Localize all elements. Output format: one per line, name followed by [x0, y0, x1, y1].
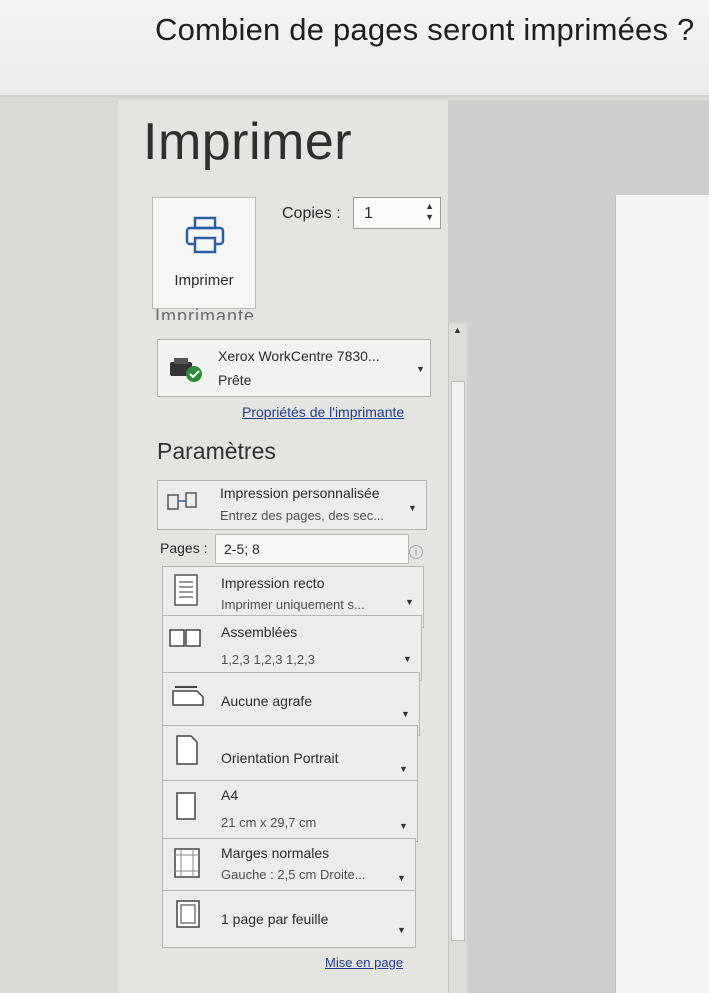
- sides-title: Impression recto: [221, 575, 325, 591]
- print-range-title: Impression personnalisée: [220, 485, 380, 501]
- pages-label: Pages :: [160, 540, 208, 556]
- print-button[interactable]: Imprimer: [152, 197, 256, 309]
- spin-arrows-icon[interactable]: ▲ ▼: [425, 201, 434, 223]
- print-range-select[interactable]: Impression personnalisée Entrez des page…: [157, 480, 427, 530]
- chevron-down-icon[interactable]: ▼: [399, 821, 408, 831]
- page-per-sheet-icon: [175, 899, 201, 934]
- single-sided-icon: [173, 573, 199, 612]
- printer-name: Xerox WorkCentre 7830...: [218, 348, 380, 364]
- settings-section-title: Paramètres: [157, 438, 276, 464]
- paper-size-select[interactable]: A4 21 cm x 29,7 cm ▼: [162, 780, 418, 842]
- staple-icon: [169, 683, 209, 714]
- collated-icon: [169, 628, 203, 653]
- chevron-down-icon[interactable]: ▼: [397, 925, 406, 935]
- question-text: Combien de pages seront imprimées ?: [155, 12, 695, 47]
- info-icon: i: [409, 545, 423, 559]
- scroll-thumb[interactable]: [451, 381, 465, 941]
- margins-select[interactable]: Marges normales Gauche : 2,5 cm Droite..…: [162, 838, 416, 898]
- chevron-down-icon[interactable]: ▼: [405, 597, 414, 607]
- paper-title: A4: [221, 787, 239, 803]
- chevron-down-icon[interactable]: ▼: [408, 503, 417, 513]
- margins-icon: [173, 847, 201, 884]
- pages-row: Pages : 2-5; 8: [157, 534, 427, 564]
- collation-title: Assemblées: [221, 624, 298, 640]
- printer-icon: [183, 216, 227, 261]
- page-setup-link[interactable]: Mise en page: [325, 955, 403, 970]
- copies-stepper[interactable]: 1 ▲ ▼: [353, 197, 441, 229]
- orientation-title: Orientation Portrait: [221, 750, 339, 766]
- preview-page: [615, 195, 709, 993]
- paper-icon: [175, 791, 199, 826]
- pages-input-value: 2-5; 8: [224, 541, 260, 557]
- scrollbar[interactable]: ▲: [448, 323, 467, 993]
- printer-properties-link[interactable]: Propriétés de l'imprimante: [242, 404, 404, 420]
- printer-status: Prête: [218, 372, 252, 388]
- margins-subtitle: Gauche : 2,5 cm Droite...: [221, 867, 366, 882]
- printer-select[interactable]: Xerox WorkCentre 7830... Prête ▼: [157, 339, 431, 397]
- staple-title: Aucune agrafe: [221, 693, 313, 709]
- copies-label: Copies :: [282, 205, 341, 222]
- copies-value: 1: [364, 205, 373, 222]
- portrait-page-icon: [175, 734, 199, 771]
- print-button-label: Imprimer: [174, 272, 234, 289]
- custom-pages-icon: [166, 489, 200, 520]
- chevron-down-icon[interactable]: ▼: [401, 709, 410, 719]
- margins-title: Marges normales: [221, 845, 330, 861]
- pages-per-sheet-title: 1 page par feuille: [221, 911, 329, 927]
- print-range-subtitle: Entrez des pages, des sec...: [220, 508, 385, 523]
- chevron-down-icon[interactable]: ▼: [416, 364, 425, 374]
- scroll-up-icon[interactable]: ▲: [453, 325, 462, 335]
- chevron-down-icon[interactable]: ▼: [403, 654, 412, 664]
- collation-subtitle: 1,2,3 1,2,3 1,2,3: [221, 652, 315, 667]
- question-banner: Combien de pages seront imprimées ?: [0, 0, 709, 97]
- page-title: Imprimer: [143, 113, 353, 171]
- paper-subtitle: 21 cm x 29,7 cm: [221, 815, 317, 830]
- pages-per-sheet-select[interactable]: 1 page par feuille ▼: [162, 890, 416, 948]
- chevron-down-icon[interactable]: ▼: [397, 873, 406, 883]
- chevron-down-icon[interactable]: ▼: [399, 764, 408, 774]
- printer-ready-icon: [168, 356, 206, 389]
- pages-input[interactable]: 2-5; 8: [215, 534, 409, 564]
- sides-subtitle: Imprimer uniquement s...: [221, 597, 365, 612]
- printer-section-title: Imprimante: [155, 306, 256, 320]
